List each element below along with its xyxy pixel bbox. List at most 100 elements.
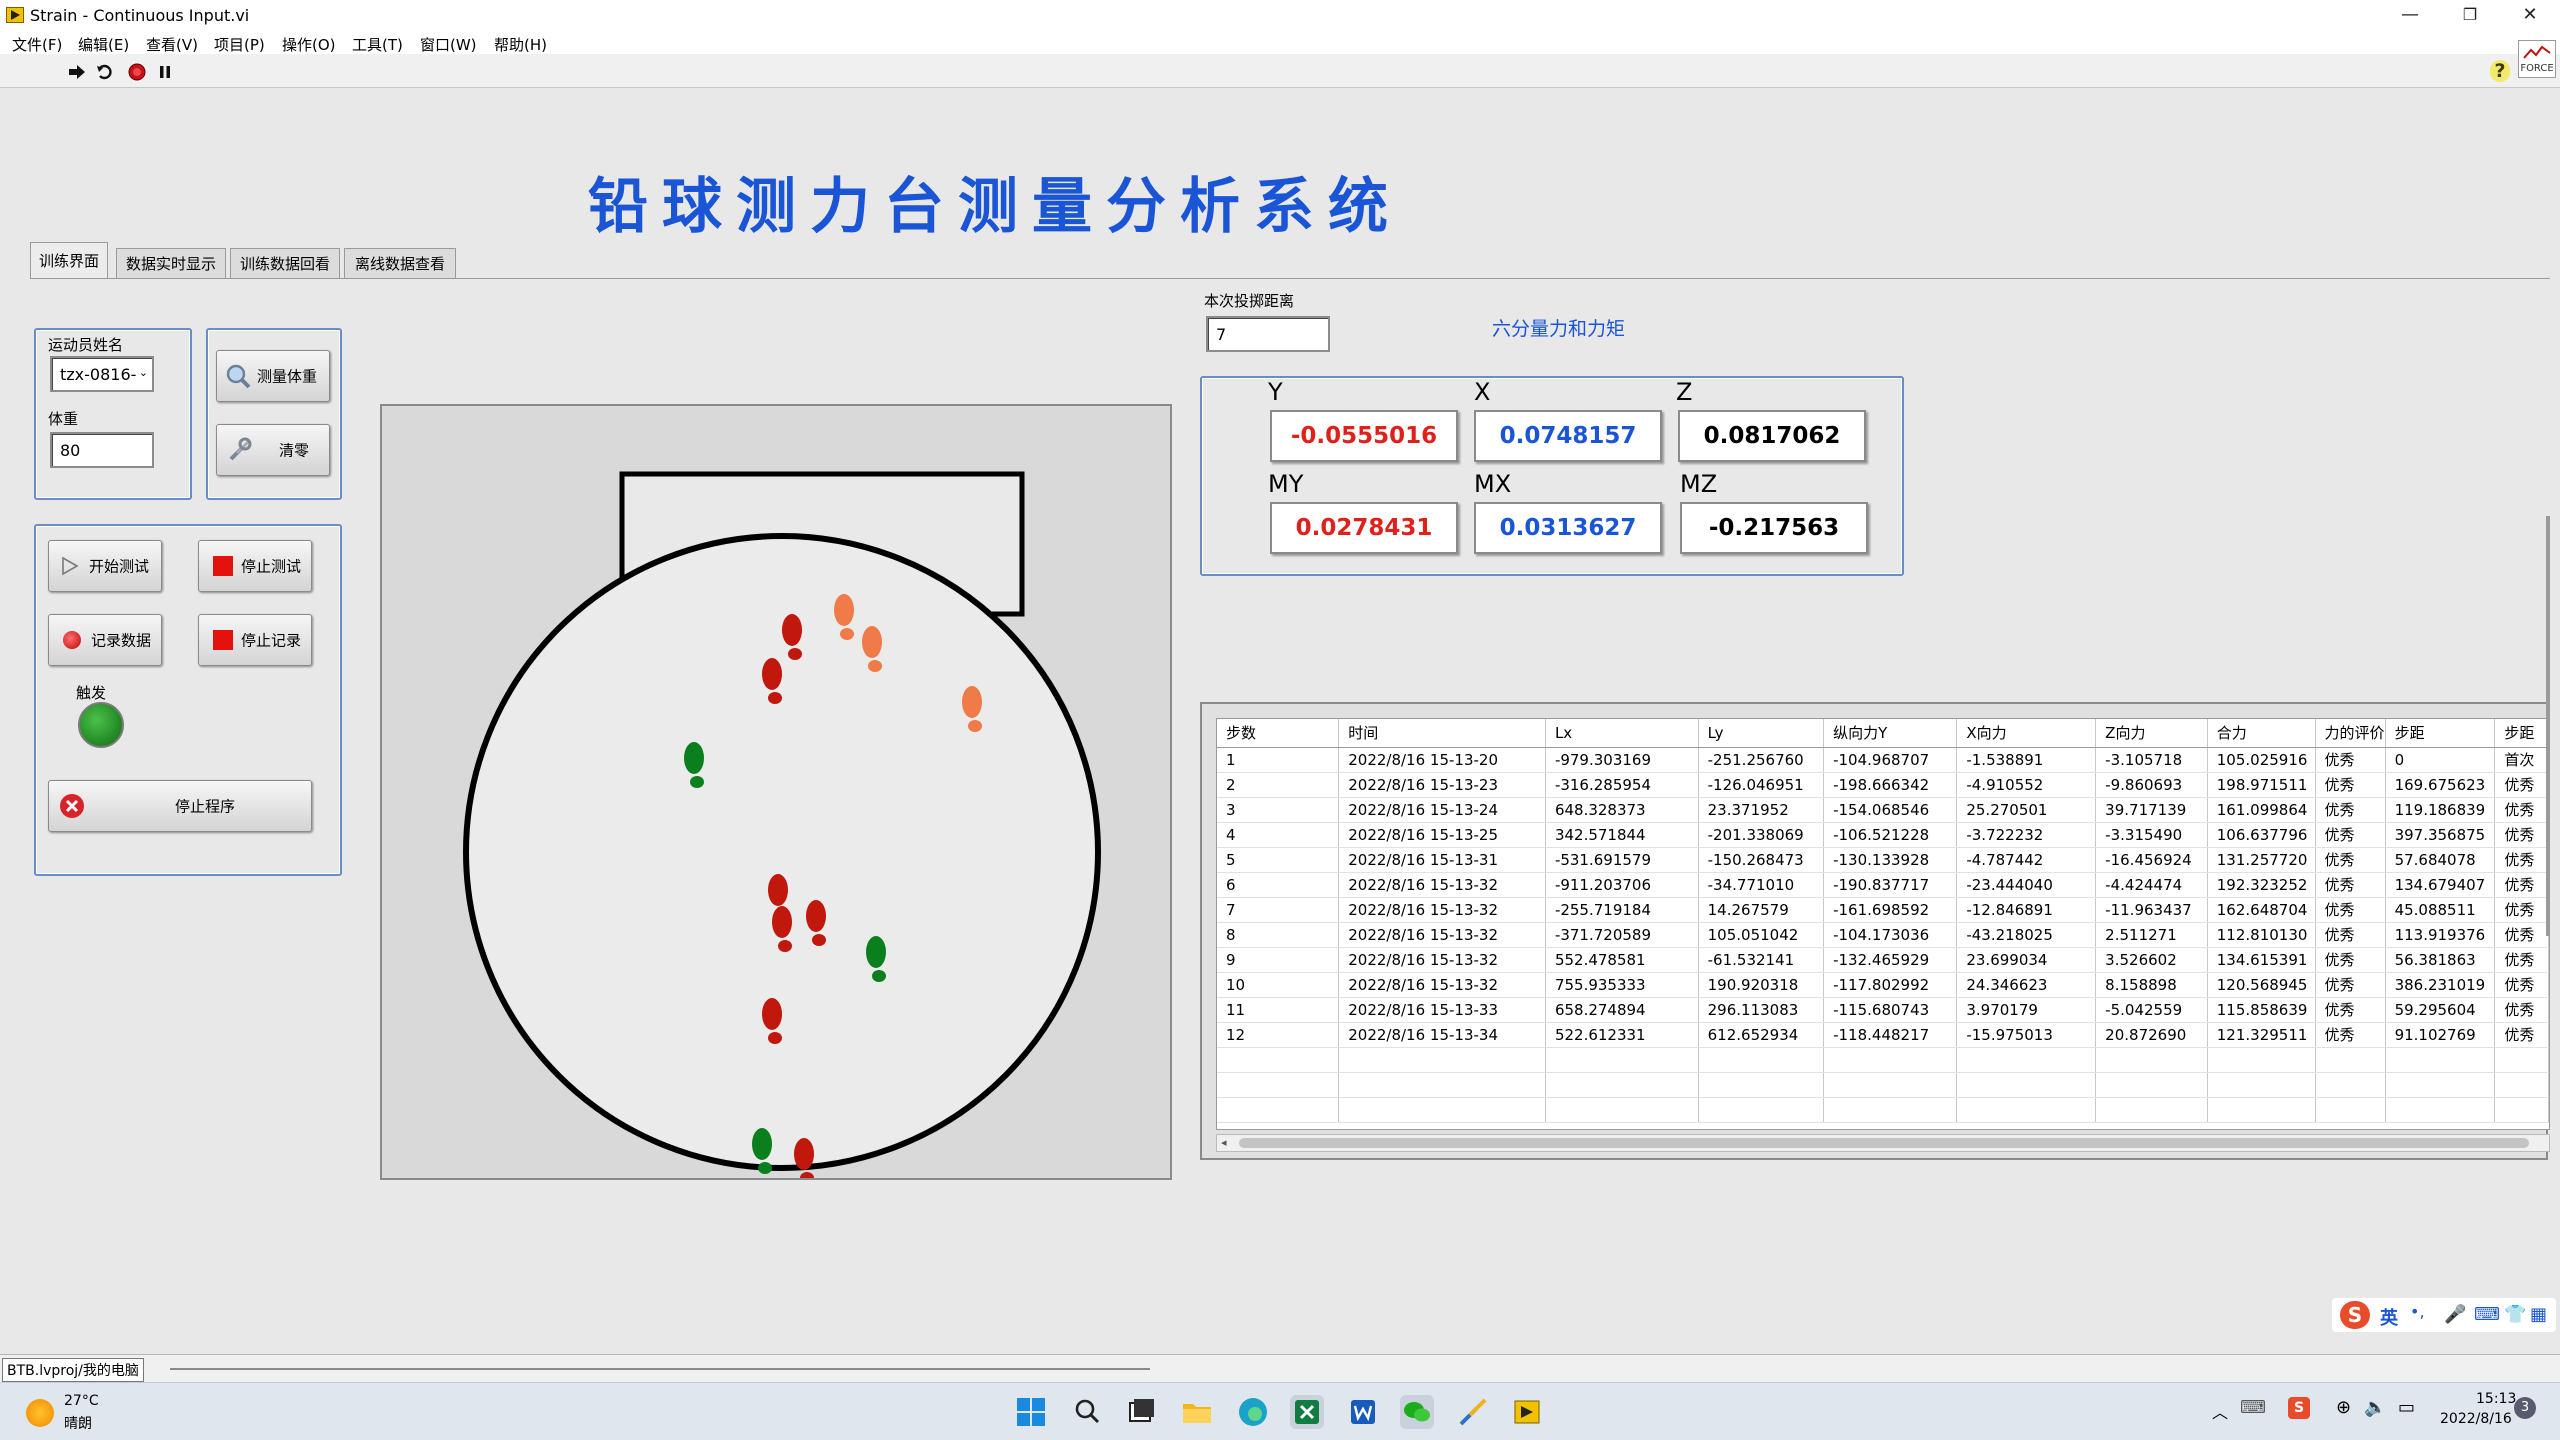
tools-app-icon[interactable] — [1456, 1395, 1490, 1429]
word-icon[interactable] — [1346, 1395, 1380, 1429]
step-data-table-frame: 步数 时间 Lx Ly 纵向力Y X向力 Z向力 合力 力的评价 步距 步距 1 2022/8/16 … — [1200, 702, 2550, 1160]
throw-distance-input[interactable]: 7 — [1206, 316, 1330, 352]
table-row[interactable]: 11 2022/8/16 15-13-33 658.274894 296.113083… — [1217, 997, 2549, 1023]
file-explorer-icon[interactable] — [1180, 1395, 1214, 1429]
empty-table-row[interactable] — [1217, 1047, 2549, 1073]
page-title: 铅球测力台测量分析系统 — [588, 172, 1402, 242]
menu-project[interactable]: 项目(P) — [214, 34, 265, 55]
menu-window[interactable]: 窗口(W) — [420, 34, 477, 55]
keyboard-tray-icon[interactable]: ⌨ — [2240, 1397, 2266, 1418]
toolbox-grid-icon[interactable]: ▦ — [2530, 1304, 2547, 1325]
measure-weight-button[interactable]: 测量体重 — [216, 350, 330, 402]
table-cell — [1217, 1097, 1340, 1123]
scrollbar-thumb[interactable] — [1239, 1138, 2529, 1148]
table-horizontal-scrollbar[interactable]: ◂ — [1216, 1134, 2550, 1152]
table-cell: 8 — [1217, 922, 1340, 948]
menu-operate[interactable]: 操作(O) — [282, 34, 336, 55]
chevron-up-icon[interactable]: ︿ — [2212, 1399, 2228, 1423]
edge-browser-icon[interactable] — [1236, 1395, 1270, 1429]
table-cell: 106.637796 — [2207, 822, 2316, 848]
ime-punctuation-toggle[interactable]: •, — [2410, 1302, 2425, 1321]
weather-description[interactable]: 晴朗 — [64, 1413, 92, 1433]
task-view-icon[interactable] — [1124, 1395, 1158, 1429]
context-help-button[interactable]: ? — [2490, 60, 2510, 82]
table-row[interactable]: 2 2022/8/16 15-13-23 -316.285954 -126.04695… — [1217, 772, 2549, 798]
empty-table-row[interactable] — [1217, 1072, 2549, 1098]
panel-vertical-scrollbar[interactable] — [2546, 516, 2550, 936]
menu-view[interactable]: 查看(V) — [146, 34, 198, 55]
table-cell: 1 — [1217, 747, 1340, 773]
pause-icon[interactable] — [156, 63, 174, 81]
labview-taskbar-icon[interactable] — [1510, 1395, 1544, 1429]
maximize-button[interactable]: ❐ — [2440, 0, 2500, 30]
abort-icon[interactable] — [128, 63, 146, 81]
table-row[interactable]: 9 2022/8/16 15-13-32 552.478581 -61.532141-… — [1217, 947, 2549, 973]
notification-badge[interactable]: 3 — [2514, 1397, 2536, 1419]
start-test-button[interactable]: 开始测试 — [48, 540, 162, 592]
microphone-icon[interactable]: 🎤 — [2444, 1304, 2466, 1325]
table-cell: -118.448217 — [1823, 1022, 1958, 1048]
menu-tools[interactable]: 工具(T) — [352, 34, 403, 55]
project-path[interactable]: BTB.lvproj/我的电脑 — [2, 1358, 144, 1382]
athlete-name-select[interactable]: tzx-0816- ⌄ — [50, 356, 154, 392]
menu-file[interactable]: 文件(F) — [12, 34, 62, 55]
windows-start-icon[interactable] — [1014, 1395, 1048, 1429]
stop-square-icon — [213, 556, 233, 576]
tab-realtime[interactable]: 数据实时显示 — [116, 248, 226, 278]
table-row[interactable]: 12 2022/8/16 15-13-34 522.612331 612.652934… — [1217, 1022, 2549, 1048]
window-title: Strain - Continuous Input.vi — [30, 6, 250, 25]
run-arrow-icon[interactable] — [68, 63, 86, 81]
tab-offline[interactable]: 离线数据查看 — [344, 248, 456, 278]
tab-review[interactable]: 训练数据回看 — [230, 248, 340, 278]
globe-icon[interactable]: ⊕ — [2336, 1397, 2351, 1418]
stop-program-button[interactable]: 停止程序 — [48, 780, 312, 832]
clock-time[interactable]: 15:13 — [2476, 1391, 2516, 1407]
table-cell: 57.684078 — [2385, 847, 2496, 873]
table-cell — [1217, 1072, 1340, 1098]
search-icon[interactable] — [1070, 1395, 1104, 1429]
run-continuously-icon[interactable] — [96, 63, 114, 81]
table-row[interactable]: 5 2022/8/16 15-13-31 -531.691579 -150.26847… — [1217, 847, 2549, 873]
wechat-icon[interactable] — [1400, 1395, 1434, 1429]
table-row[interactable]: 10 2022/8/16 15-13-32 755.935333 190.920318… — [1217, 972, 2549, 998]
menu-help[interactable]: 帮助(H) — [494, 34, 547, 55]
table-cell: 2022/8/16 15-13-25 — [1338, 822, 1546, 848]
empty-table-row[interactable] — [1217, 1097, 2549, 1123]
table-row[interactable]: 3 2022/8/16 15-13-24 648.328373 23.371952 -1… — [1217, 797, 2549, 823]
weight-label: 体重 — [48, 410, 79, 428]
sogou-ime-icon[interactable]: S — [2340, 1301, 2370, 1329]
battery-icon[interactable]: ▭ — [2398, 1397, 2415, 1418]
skin-icon[interactable]: 👕 — [2504, 1304, 2526, 1325]
table-row[interactable]: 8 2022/8/16 15-13-32 -371.720589 105.051042… — [1217, 922, 2549, 948]
table-cell: 105.025916 — [2207, 747, 2316, 773]
table-row[interactable]: 4 2022/8/16 15-13-25 342.571844 -201.338069… — [1217, 822, 2549, 848]
record-data-button[interactable]: 记录数据 — [48, 614, 162, 666]
excel-icon[interactable] — [1290, 1395, 1324, 1429]
table-cell: 优秀 — [2494, 872, 2549, 898]
weather-sun-icon[interactable] — [26, 1399, 54, 1427]
close-button[interactable]: ✕ — [2500, 0, 2560, 30]
weather-temperature[interactable]: 27°C — [64, 1393, 99, 1409]
table-cell — [2207, 1047, 2316, 1073]
stop-record-button[interactable]: 停止记录 — [198, 614, 312, 666]
tab-training[interactable]: 训练界面 — [30, 242, 108, 278]
table-cell: 优秀 — [2315, 772, 2386, 798]
menu-edit[interactable]: 编辑(E) — [78, 34, 129, 55]
weight-input[interactable]: 80 — [50, 432, 154, 468]
table-cell: 2022/8/16 15-13-34 — [1338, 1022, 1546, 1048]
sogou-tray-icon[interactable]: S — [2288, 1397, 2310, 1419]
clock-date[interactable]: 2022/8/16 — [2440, 1411, 2512, 1427]
speaker-icon[interactable]: 🔈 — [2364, 1397, 2386, 1418]
stop-test-button[interactable]: 停止测试 — [198, 540, 312, 592]
zero-button[interactable]: 清零 — [216, 424, 330, 476]
keyboard-icon[interactable]: ⌨ — [2474, 1304, 2500, 1325]
ime-language-toggle[interactable]: 英 — [2380, 1304, 2398, 1330]
minimize-button[interactable]: — — [2380, 0, 2440, 30]
table-row[interactable]: 6 2022/8/16 15-13-32 -911.203706 -34.771010… — [1217, 872, 2549, 898]
table-row[interactable]: 7 2022/8/16 15-13-32 -255.719184 14.267579-… — [1217, 897, 2549, 923]
column-header: 步数 — [1217, 719, 1340, 748]
table-cell: 优秀 — [2494, 922, 2549, 948]
step-data-table[interactable]: 步数 时间 Lx Ly 纵向力Y X向力 Z向力 合力 力的评价 步距 步距 1 2022/8/16 … — [1216, 718, 2550, 1130]
scroll-left-icon[interactable]: ◂ — [1221, 1136, 1227, 1149]
table-row[interactable]: 1 2022/8/16 15-13-20 -979.303169 -251.25676… — [1217, 747, 2549, 773]
